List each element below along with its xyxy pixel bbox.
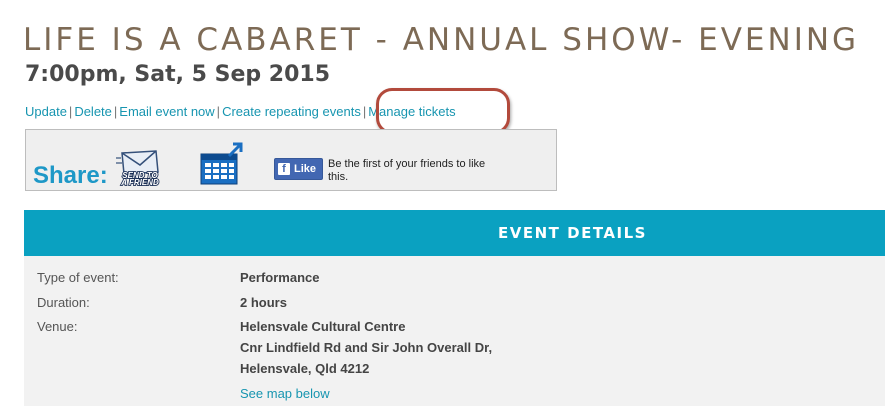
event-title: LIFE IS A CABARET - ANNUAL SHOW- EVENING (23, 22, 860, 58)
send-to-friend-text: A FRIEND (120, 178, 159, 186)
facebook-icon: f (278, 163, 290, 175)
event-details-header: EVENT DETAILS (24, 210, 885, 256)
facebook-like-text: Be the first of your friends to like thi… (328, 158, 486, 183)
event-details-title: EVENT DETAILS (498, 224, 647, 242)
separator: | (216, 104, 221, 119)
duration-value: 2 hours (240, 295, 287, 310)
manage-tickets-highlight (376, 88, 510, 134)
duration-label: Duration: (37, 295, 90, 310)
separator: | (113, 104, 118, 119)
like-label: Like (294, 163, 317, 175)
facebook-like-button[interactable]: f Like (274, 158, 324, 180)
delete-link[interactable]: Delete (74, 104, 112, 119)
separator: | (362, 104, 367, 119)
create-repeating-events-link[interactable]: Create repeating events (222, 104, 361, 119)
share-box: Share: SEND TO A FRIEND f Like Be the fi… (25, 129, 557, 191)
share-label: Share: (33, 162, 108, 189)
type-of-event-value: Performance (240, 270, 320, 285)
add-to-calendar-icon[interactable] (199, 142, 245, 186)
event-datetime: 7:00pm, Sat, 5 Sep 2015 (25, 62, 331, 87)
separator: | (68, 104, 73, 119)
update-link[interactable]: Update (25, 104, 67, 119)
venue-address-line-1: Cnr Lindfield Rd and Sir John Overall Dr… (240, 340, 493, 355)
see-map-link[interactable]: See map below (240, 386, 330, 401)
venue-label: Venue: (37, 319, 78, 334)
email-event-link[interactable]: Email event now (119, 104, 214, 119)
venue-name: Helensvale Cultural Centre (240, 319, 406, 334)
send-to-friend-icon[interactable]: SEND TO A FRIEND (116, 150, 164, 186)
event-details-body: Type of event: Performance Duration: 2 h… (24, 256, 885, 406)
type-of-event-label: Type of event: (37, 270, 119, 285)
venue-address-line-2: Helensvale, Qld 4212 (240, 361, 370, 376)
